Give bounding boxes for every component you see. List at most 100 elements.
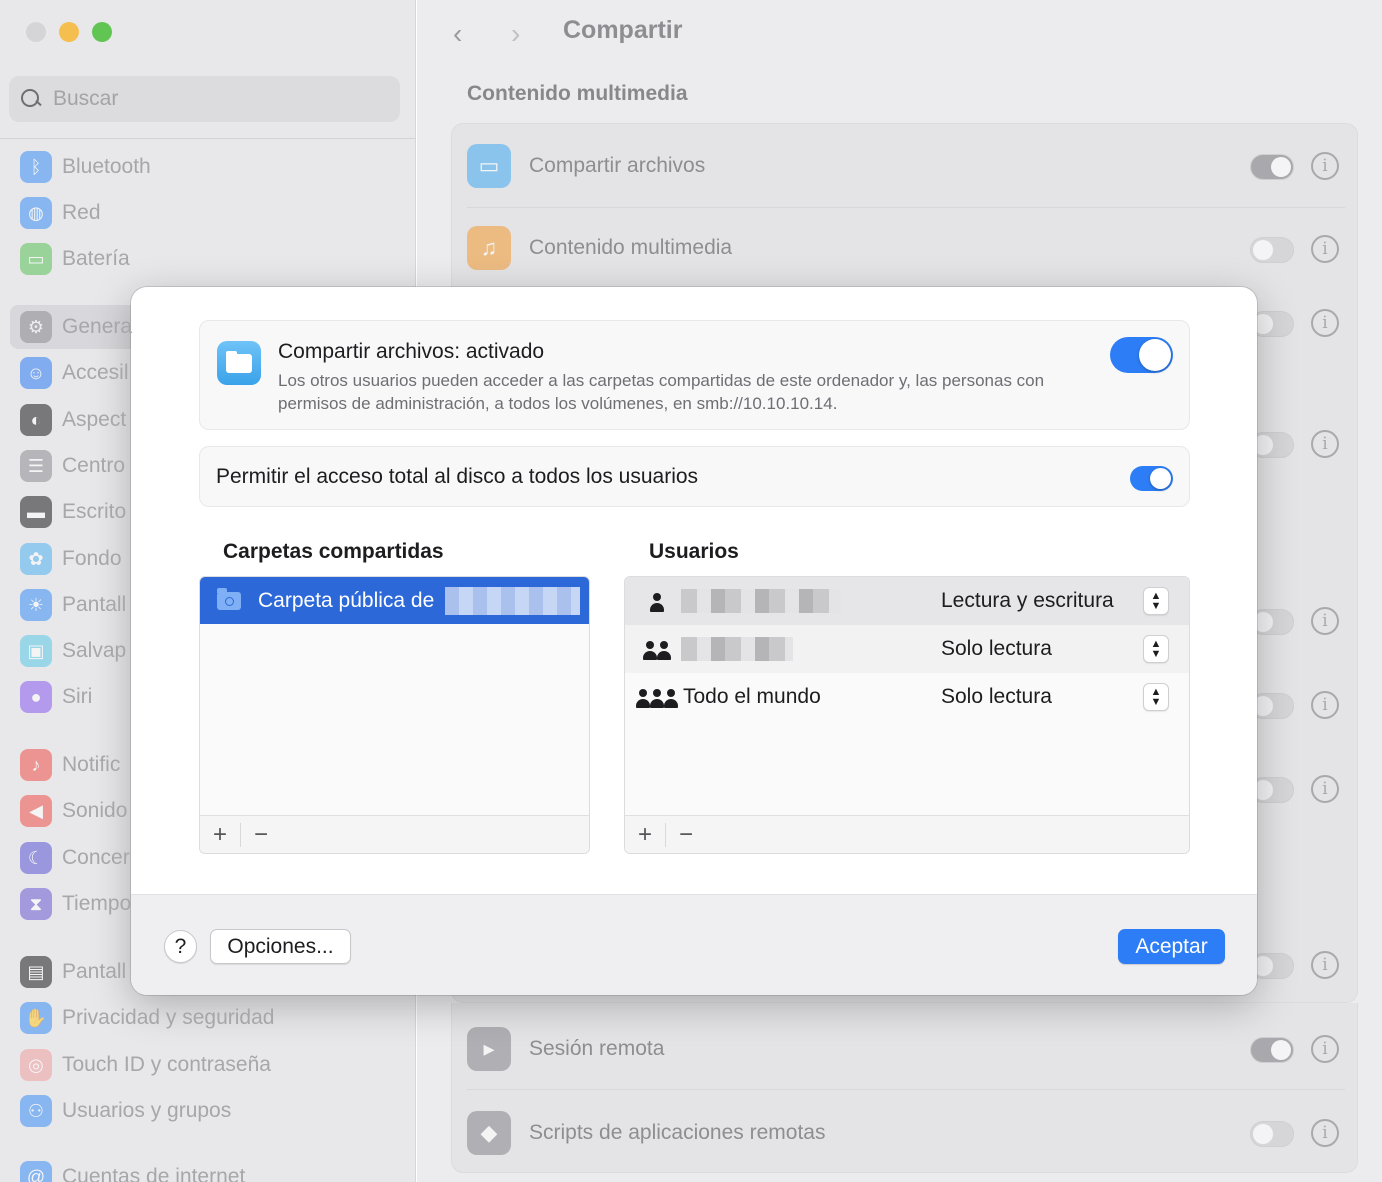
sidebar-item-cuentas-internet[interactable]: @ Cuentas de internet: [20, 1157, 400, 1182]
row-separator: [467, 207, 1345, 208]
battery-icon: ▭: [20, 243, 52, 275]
info-icon[interactable]: i: [1311, 152, 1339, 180]
group-icon: [635, 637, 677, 661]
sidebar-item-red[interactable]: ◍ Red: [20, 193, 400, 233]
sesion-remota-toggle[interactable]: [1250, 1037, 1294, 1063]
user-icon: [635, 589, 677, 613]
row-contenido-multimedia[interactable]: ♫ Contenido multimedia: [467, 218, 1347, 278]
info-icon[interactable]: i: [1311, 951, 1339, 979]
page-title: Compartir: [563, 16, 683, 44]
sidebar-item-label: Salvap: [62, 639, 127, 662]
file-sharing-title: Compartir archivos: activado: [278, 340, 545, 363]
info-icon[interactable]: i: [1311, 607, 1339, 635]
sidebar-item-bluetooth[interactable]: ᛒ Bluetooth: [20, 147, 400, 187]
file-sharing-sheet: Compartir archivos: activado Los otros u…: [131, 287, 1257, 995]
info-icon[interactable]: i: [1311, 430, 1339, 458]
info-icon[interactable]: i: [1311, 775, 1339, 803]
speaker-icon: ◀: [20, 795, 52, 827]
list-item[interactable]: Carpeta pública de: [200, 577, 589, 624]
full-disk-access-toggle[interactable]: [1130, 466, 1173, 491]
file-sharing-description: Los otros usuarios pueden acceder a las …: [278, 371, 1045, 413]
search-input[interactable]: [53, 87, 373, 111]
row-compartir-archivos[interactable]: ▭ Compartir archivos: [467, 136, 1347, 196]
scripts-remotos-toggle[interactable]: [1250, 1121, 1294, 1147]
info-icon[interactable]: i: [1311, 1035, 1339, 1063]
sidebar-item-label: Pantall: [62, 960, 127, 983]
section-title: Contenido multimedia: [467, 82, 688, 105]
wallpaper-icon: ✿: [20, 543, 52, 575]
display-icon: ☀: [20, 589, 52, 621]
toggle-knob: [1150, 468, 1171, 489]
sidebar-item-label: Tiempo: [62, 892, 132, 915]
add-user-button[interactable]: +: [625, 816, 665, 854]
sidebar-item-label: Centro: [62, 454, 126, 477]
sidebar-item-label: Escrito: [62, 500, 127, 523]
row-sesion-remota[interactable]: ▸ Sesión remota: [467, 1019, 1347, 1079]
folder-name: Carpeta pública de: [258, 588, 435, 612]
sidebar-item-label: Pantall: [62, 593, 127, 616]
row-scripts-remotos[interactable]: ◆ Scripts de aplicaciones remotas: [467, 1103, 1347, 1163]
forward-button[interactable]: ›: [511, 18, 520, 50]
permission-popup-button[interactable]: ▲ ▼: [1143, 587, 1169, 615]
full-disk-access-card: Permitir el acceso total al disco a todo…: [199, 446, 1190, 507]
toggle-knob: [1139, 339, 1171, 371]
sidebar-item-label: Notific: [62, 753, 121, 776]
row-label: Sesión remota: [529, 1037, 665, 1060]
lock-icon: ▤: [20, 956, 52, 988]
accept-button[interactable]: Aceptar: [1118, 929, 1225, 964]
sidebar-item-touch-id[interactable]: ◎ Touch ID y contraseña: [20, 1045, 400, 1085]
help-button[interactable]: ?: [164, 930, 197, 963]
info-icon[interactable]: i: [1311, 1119, 1339, 1147]
table-row[interactable]: Solo lectura ▲ ▼: [625, 625, 1189, 673]
user-name: Todo el mundo: [683, 685, 821, 708]
table-row[interactable]: Lectura y escritura ▲ ▼: [625, 577, 1189, 625]
info-icon[interactable]: i: [1311, 235, 1339, 263]
remove-user-button[interactable]: −: [666, 816, 706, 854]
options-button[interactable]: Opciones...: [210, 929, 351, 964]
remove-folder-button[interactable]: −: [241, 816, 281, 854]
shared-folders-list: Carpeta pública de + −: [199, 576, 590, 854]
permission-popup-button[interactable]: ▲ ▼: [1143, 683, 1169, 711]
sidebar-item-bateria[interactable]: ▭ Batería: [20, 239, 400, 279]
script-icon: ◆: [467, 1111, 511, 1155]
sidebar-item-label: Privacidad y seguridad: [62, 1006, 275, 1029]
add-folder-button[interactable]: +: [200, 816, 240, 854]
row-label: Compartir archivos: [529, 154, 706, 177]
sidebar-item-privacidad[interactable]: ✋ Privacidad y seguridad: [20, 998, 400, 1038]
bluetooth-icon: ᛒ: [20, 151, 52, 183]
table-row[interactable]: Todo el mundo Solo lectura ▲ ▼: [625, 673, 1189, 721]
sidebar-item-label: Fondo: [62, 547, 122, 570]
bell-icon: ♪: [20, 749, 52, 781]
info-icon[interactable]: i: [1311, 691, 1339, 719]
contenido-multimedia-toggle[interactable]: [1250, 237, 1294, 263]
file-sharing-toggle[interactable]: [1110, 337, 1173, 373]
folder-icon: [217, 341, 261, 385]
sidebar-item-label: Accesil: [62, 361, 129, 384]
search-icon: [21, 89, 41, 109]
sidebar-item-label: Siri: [62, 685, 93, 708]
row-separator: [467, 1089, 1345, 1090]
search-field[interactable]: [9, 76, 400, 122]
permission-popup-button[interactable]: ▲ ▼: [1143, 635, 1169, 663]
row-label: Contenido multimedia: [529, 236, 733, 259]
siri-icon: ●: [20, 681, 52, 713]
permission-label: Solo lectura: [941, 685, 1052, 708]
terminal-icon: ▸: [467, 1027, 511, 1071]
close-window-button[interactable]: [26, 22, 46, 42]
public-folder-icon: [217, 587, 241, 610]
compartir-archivos-toggle[interactable]: [1250, 154, 1294, 180]
zoom-window-button[interactable]: [92, 22, 112, 42]
music-folder-icon: ♫: [467, 226, 511, 270]
file-sharing-card: Compartir archivos: activado Los otros u…: [199, 320, 1190, 430]
folders-list-controls: + −: [200, 815, 589, 853]
minimize-window-button[interactable]: [59, 22, 79, 42]
sidebar-item-label: Red: [62, 201, 101, 224]
hourglass-icon: ⧗: [20, 888, 52, 920]
folder-icon: ▭: [467, 144, 511, 188]
redacted-username: [681, 589, 841, 613]
sidebar-item-usuarios[interactable]: ⚇ Usuarios y grupos: [20, 1091, 400, 1131]
back-button[interactable]: ‹: [453, 18, 462, 50]
screensaver-icon: ▣: [20, 635, 52, 667]
info-icon[interactable]: i: [1311, 309, 1339, 337]
globe-icon: ◍: [20, 197, 52, 229]
